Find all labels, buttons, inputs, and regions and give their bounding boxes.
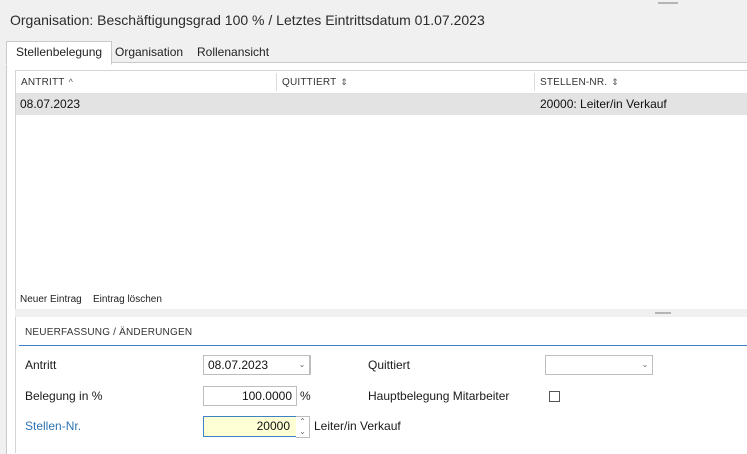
stellen-nr-label[interactable]: Stellen-Nr. bbox=[25, 418, 81, 434]
quittiert-label: Quittiert bbox=[368, 358, 411, 372]
column-header-stellen-nr[interactable]: STELLEN-NR. ⇕ bbox=[540, 71, 619, 93]
column-divider[interactable] bbox=[534, 73, 535, 91]
sort-toggle-icon: ⇕ bbox=[611, 77, 619, 87]
tab-stellenbelegung[interactable]: Stellenbelegung bbox=[6, 41, 113, 65]
chevron-down-icon[interactable]: ⌄ bbox=[638, 355, 653, 375]
tab-rollenansicht[interactable]: Rollenansicht bbox=[197, 42, 269, 62]
column-header-antritt[interactable]: ANTRITT ^ bbox=[21, 71, 73, 93]
chevron-down-icon[interactable]: ⌄ bbox=[295, 355, 310, 375]
percent-unit-label: % bbox=[300, 389, 311, 403]
page-title: Organisation: Beschäftigungsgrad 100 % /… bbox=[10, 12, 485, 28]
chevron-up-icon[interactable]: ⌃ bbox=[296, 417, 309, 427]
hauptbelegung-checkbox[interactable] bbox=[549, 391, 560, 402]
delete-entry-button[interactable]: Eintrag löschen bbox=[93, 291, 162, 309]
quittiert-date-field[interactable] bbox=[545, 355, 653, 375]
antritt-label: Antritt bbox=[25, 358, 57, 372]
edit-form: NEUERFASSUNG / ÄNDERUNGEN Antritt 08.07.… bbox=[15, 317, 747, 453]
stellen-nr-field[interactable]: 20000 bbox=[203, 416, 297, 437]
column-header-quittiert[interactable]: QUITTIERT ⇕ bbox=[282, 71, 348, 93]
column-header-label: QUITTIERT bbox=[282, 77, 337, 88]
new-entry-button[interactable]: Neuer Eintrag bbox=[20, 291, 82, 309]
sort-ascending-icon: ^ bbox=[68, 77, 74, 87]
column-header-label: ANTRITT bbox=[21, 77, 65, 88]
column-divider[interactable] bbox=[276, 73, 277, 91]
cell-antritt: 08.07.2023 bbox=[20, 97, 81, 111]
section-divider bbox=[19, 345, 747, 346]
table-header: ANTRITT ^ QUITTIERT ⇕ STELLEN-NR. ⇕ bbox=[16, 71, 747, 94]
panel-splitter[interactable] bbox=[15, 309, 747, 317]
window-resize-grip[interactable] bbox=[658, 2, 678, 4]
stellen-nr-description: Leiter/in Verkauf bbox=[314, 419, 401, 433]
assignments-table: ANTRITT ^ QUITTIERT ⇕ STELLEN-NR. ⇕ 08.07.2… bbox=[15, 70, 747, 292]
stellen-nr-stepper[interactable]: ⌃ ⌄ bbox=[296, 416, 310, 438]
column-header-label: STELLEN-NR. bbox=[540, 77, 608, 88]
table-row[interactable]: 08.07.2023 20000: Leiter/in Verkauf bbox=[16, 94, 747, 115]
chevron-down-icon[interactable]: ⌄ bbox=[296, 427, 309, 437]
splitter-grip[interactable] bbox=[655, 312, 671, 314]
belegung-field[interactable]: 100.0000 bbox=[203, 386, 297, 406]
hauptbelegung-label: Hauptbelegung Mitarbeiter bbox=[368, 389, 510, 403]
sort-toggle-icon: ⇕ bbox=[340, 77, 349, 87]
tab-organisation[interactable]: Organisation bbox=[115, 42, 183, 62]
cell-stellen-nr: 20000: Leiter/in Verkauf bbox=[540, 97, 667, 111]
table-toolbar: Neuer Eintrag Eintrag löschen bbox=[15, 291, 747, 309]
belegung-label: Belegung in % bbox=[25, 389, 103, 403]
section-title: NEUERFASSUNG / ÄNDERUNGEN bbox=[25, 327, 193, 338]
